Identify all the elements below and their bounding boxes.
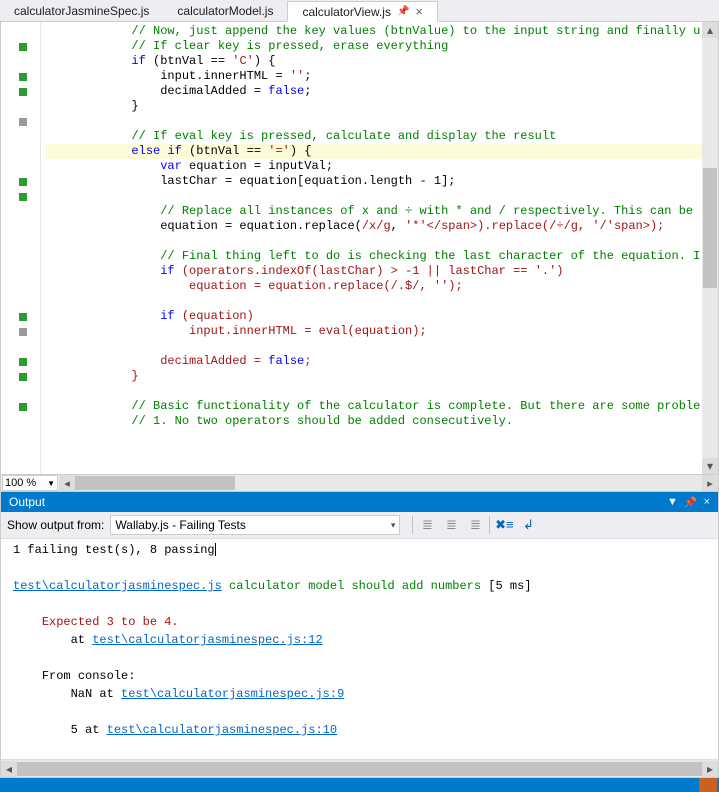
editor-tabs: calculatorJasmineSpec.js calculatorModel…	[0, 0, 719, 22]
chevron-down-icon: ▼	[47, 479, 55, 488]
code-editor[interactable]: // Now, just append the key values (btnV…	[0, 22, 719, 475]
green-marker-icon	[19, 313, 27, 321]
indent-right-icon[interactable]: ≣	[441, 516, 461, 534]
scroll-up-icon[interactable]: ▴	[702, 22, 718, 38]
scroll-right-icon[interactable]: ▸	[702, 475, 718, 491]
dropdown-icon[interactable]: ▼	[667, 496, 678, 509]
scroll-left-icon[interactable]: ◂	[1, 761, 17, 777]
green-marker-icon	[19, 193, 27, 201]
code-area[interactable]: // Now, just append the key values (btnV…	[41, 22, 718, 474]
zoom-value: 100 %	[5, 477, 36, 489]
output-toolbar: Show output from: Wallaby.js - Failing T…	[1, 512, 718, 539]
test-file-link[interactable]: test\calculatorjasminespec.js	[13, 579, 222, 593]
indent-left-icon[interactable]: ≣	[417, 516, 437, 534]
console-link[interactable]: test\calculatorjasminespec.js:9	[121, 687, 344, 701]
scrollbar-thumb[interactable]	[703, 168, 717, 288]
tab-label: calculatorModel.js	[177, 4, 273, 18]
scroll-down-icon[interactable]: ▾	[702, 458, 718, 474]
scrollbar-thumb[interactable]	[75, 476, 235, 490]
status-notification-icon[interactable]	[699, 778, 717, 792]
scroll-right-icon[interactable]: ▸	[702, 761, 718, 777]
gray-marker-icon	[19, 118, 27, 126]
green-marker-icon	[19, 88, 27, 96]
indent-icon[interactable]: ≣	[465, 516, 485, 534]
clear-all-icon[interactable]: ✖≡	[494, 516, 514, 534]
tab-calculator-model[interactable]: calculatorModel.js	[163, 0, 287, 21]
editor-footer: 100 % ▼ ◂ ▸	[0, 475, 719, 492]
output-panel: Output ▼ 📌 × Show output from: Wallaby.j…	[0, 492, 719, 778]
tab-calculator-view[interactable]: calculatorView.js 📌 ×	[287, 1, 438, 22]
zoom-selector[interactable]: 100 % ▼	[2, 475, 58, 491]
gray-marker-icon	[19, 328, 27, 336]
green-marker-icon	[19, 178, 27, 186]
green-marker-icon	[19, 403, 27, 411]
chevron-down-icon: ▾	[391, 520, 396, 531]
tab-calculator-jasmine-spec[interactable]: calculatorJasmineSpec.js	[0, 0, 163, 21]
output-title: Output	[9, 495, 45, 509]
output-tool-icons: ≣ ≣ ≣ ✖≡ ↲	[412, 516, 538, 534]
output-body[interactable]: 1 failing test(s), 8 passing test\calcul…	[1, 539, 718, 759]
output-source-label: Show output from:	[7, 518, 104, 532]
output-source-select[interactable]: Wallaby.js - Failing Tests ▾	[110, 515, 400, 535]
editor-vertical-scrollbar[interactable]: ▴ ▾	[702, 22, 718, 474]
scroll-left-icon[interactable]: ◂	[59, 475, 75, 491]
scrollbar-thumb[interactable]	[17, 762, 702, 776]
green-marker-icon	[19, 358, 27, 366]
console-link[interactable]: test\calculatorjasminespec.js:10	[107, 723, 337, 737]
output-horizontal-scrollbar[interactable]: ◂ ▸	[1, 759, 718, 777]
editor-gutter	[1, 22, 41, 474]
close-icon[interactable]: ×	[704, 496, 710, 509]
editor-horizontal-scrollbar[interactable]: ◂ ▸	[59, 475, 718, 491]
output-source-value: Wallaby.js - Failing Tests	[115, 518, 245, 532]
pin-icon[interactable]: 📌	[397, 6, 409, 17]
stack-link[interactable]: test\calculatorjasminespec.js:12	[92, 633, 322, 647]
green-marker-icon	[19, 373, 27, 381]
toggle-wrap-icon[interactable]: ↲	[518, 516, 538, 534]
status-bar	[0, 778, 719, 792]
close-icon[interactable]: ×	[415, 4, 423, 19]
output-titlebar[interactable]: Output ▼ 📌 ×	[1, 492, 718, 512]
tab-label: calculatorView.js	[302, 5, 391, 19]
pin-icon[interactable]: 📌	[684, 496, 698, 509]
green-marker-icon	[19, 73, 27, 81]
tab-label: calculatorJasmineSpec.js	[14, 4, 149, 18]
green-marker-icon	[19, 43, 27, 51]
